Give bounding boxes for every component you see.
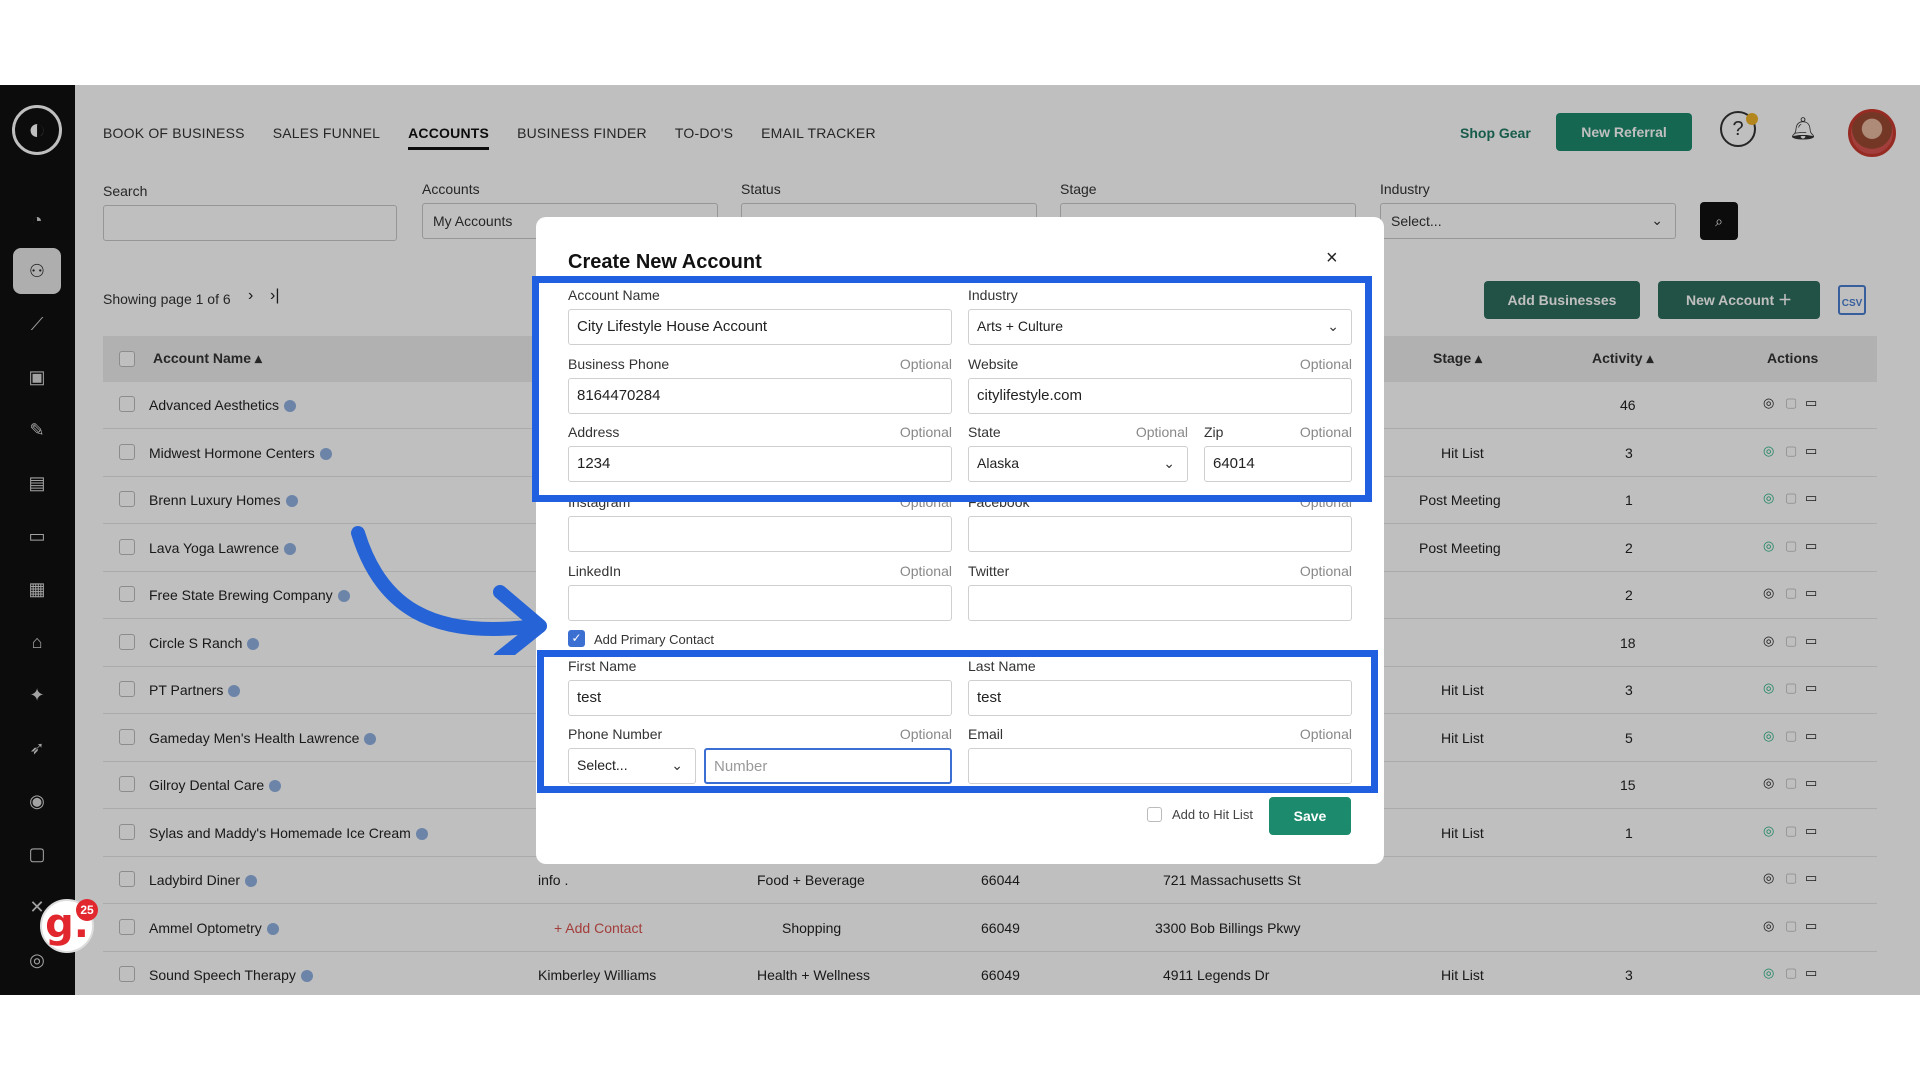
linkedin-optional: Optional <box>899 563 952 579</box>
linkedin-input[interactable] <box>568 585 952 621</box>
twitter-input[interactable] <box>968 585 1352 621</box>
twitter-optional: Optional <box>1299 563 1352 579</box>
tutorial-arrow-icon <box>351 526 547 655</box>
facebook-input[interactable] <box>968 516 1352 552</box>
add-primary-contact-checkbox[interactable]: ✓ <box>568 630 585 647</box>
add-to-hit-list-checkbox[interactable] <box>1147 807 1162 822</box>
twitter-label: Twitter <box>968 563 1010 579</box>
add-to-hit-list-label: Add to Hit List <box>1172 807 1253 822</box>
notification-count-badge: 25 <box>76 899 98 921</box>
app-window: ◐ ◔ ⚇ ⟋ ▣ ✎ ▤ ▭ ▦ ⌂ ✦ ➶ ◉ ▢ ✕ ◎ BOOK OF … <box>0 85 1920 995</box>
linkedin-label: LinkedIn <box>568 563 621 579</box>
modal-title: Create New Account <box>568 251 762 273</box>
highlight-contact-details <box>537 650 1378 793</box>
close-icon[interactable]: × <box>1326 247 1338 270</box>
instagram-input[interactable] <box>568 516 952 552</box>
save-button[interactable]: Save <box>1269 797 1351 835</box>
highlight-account-details <box>532 276 1372 502</box>
add-primary-contact-label: Add Primary Contact <box>594 632 714 647</box>
